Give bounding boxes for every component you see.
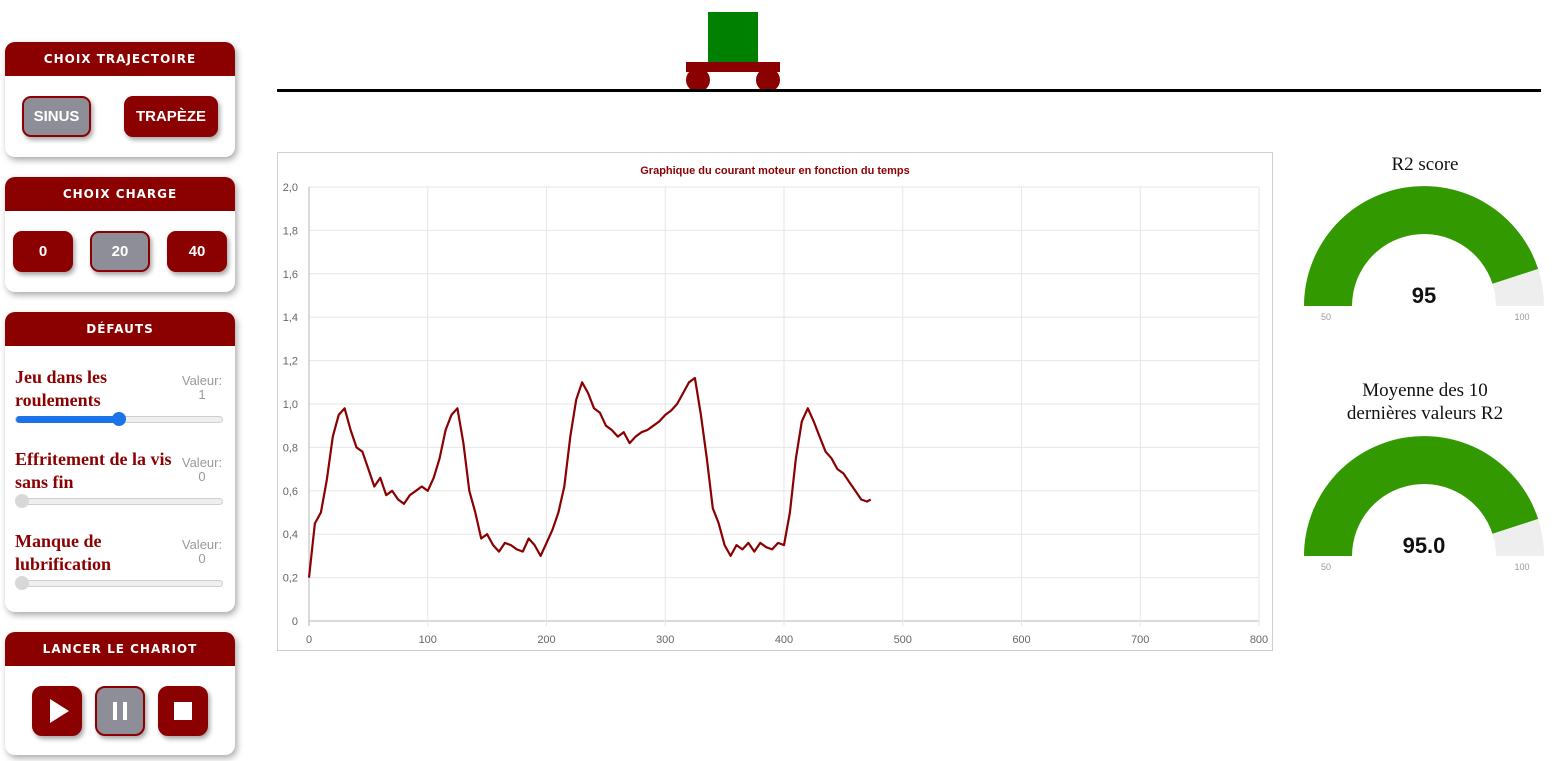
x-tick-label: 200 [537, 634, 555, 646]
y-tick-label: 0,2 [283, 573, 298, 585]
charge-panel-title: CHOIX CHARGE [5, 177, 235, 211]
gauge-r2-min: 50 [1321, 312, 1331, 322]
gauge-r2-max: 100 [1514, 312, 1529, 322]
cart [686, 12, 780, 92]
x-tick-label: 500 [894, 634, 912, 646]
defect-value-caption: Valeur: [181, 373, 223, 388]
defect-value-bearing-play: Valeur: 1 [177, 374, 227, 402]
launch-panel: LANCER LE CHARIOT [5, 632, 235, 755]
chart-grid [308, 186, 1260, 626]
gauge-avg-value: 95.0 [1403, 533, 1446, 558]
defect-value-worm-crumbling: Valeur: 0 [177, 456, 227, 484]
y-tick-label: 2,0 [283, 182, 298, 194]
gauge-r2: 95 50 100 [1304, 186, 1544, 322]
x-tick-label: 400 [775, 634, 793, 646]
pause-button[interactable] [95, 686, 145, 736]
x-tick-label: 600 [1012, 634, 1030, 646]
slider-thumb[interactable] [112, 412, 126, 426]
slider-thumb[interactable] [15, 494, 30, 508]
worm-crumbling-slider[interactable] [15, 494, 223, 508]
charge-0-button[interactable]: 0 [13, 231, 73, 272]
x-tick-label: 300 [656, 634, 674, 646]
defect-value-caption: Valeur: [181, 537, 223, 552]
play-button[interactable] [32, 686, 82, 736]
defect-value-lubrication: Valeur: 0 [177, 538, 227, 566]
gauge-r2-title: R2 score [1391, 154, 1459, 175]
y-tick-label: 1,2 [283, 356, 298, 368]
defects-panel: DÉFAUTS Jeu dans les roulements Valeur: … [5, 312, 235, 612]
bearing-play-slider[interactable] [15, 412, 223, 426]
chart-ticks: 0 0,2 0,4 0,6 0,8 1,0 1,2 1,4 1,6 1,8 2,0 0 100 200 30… [283, 182, 1268, 646]
gauge-avg-min: 50 [1321, 562, 1331, 572]
gauge-avg-max: 100 [1514, 562, 1529, 572]
defect-label-lubrication: Manque de lubrification [15, 531, 112, 574]
y-tick-label: 0,6 [283, 486, 298, 498]
track-line [277, 89, 1541, 92]
y-tick-label: 0,8 [283, 442, 298, 454]
x-tick-label: 800 [1250, 634, 1268, 646]
current-chart: Graphique du courant moteur en fonction … [277, 152, 1273, 651]
charge-40-button[interactable]: 40 [167, 231, 227, 272]
x-tick-label: 700 [1131, 634, 1149, 646]
launch-panel-title: LANCER LE CHARIOT [5, 632, 235, 666]
chart-svg: Graphique du courant moteur en fonction … [283, 165, 1268, 646]
defects-panel-title: DÉFAUTS [5, 312, 235, 346]
defect-label-worm-crumbling: Effritement de la vis sans fin [15, 449, 172, 492]
slider-fill [16, 416, 119, 423]
defect-value-number: 0 [198, 551, 206, 566]
gauge-avg: 95.0 50 100 [1304, 436, 1544, 572]
series-line-current [307, 376, 872, 578]
y-tick-label: 1,6 [283, 269, 298, 281]
y-tick-label: 0 [292, 616, 298, 628]
stop-icon [174, 702, 192, 720]
y-tick-label: 1,0 [283, 399, 298, 411]
trajectory-panel: CHOIX TRAJECTOIRE SINUS TRAPÈZE [5, 42, 235, 157]
x-tick-label: 100 [419, 634, 437, 646]
slider-thumb[interactable] [15, 576, 30, 590]
x-tick-label: 0 [306, 634, 312, 646]
stop-button[interactable] [158, 686, 208, 736]
y-tick-label: 1,4 [283, 312, 298, 324]
gauge-avg-title: Moyenne des 10 dernières valeurs R2 [1346, 380, 1504, 424]
chart-title: Graphique du courant moteur en fonction … [640, 165, 910, 177]
sinus-button[interactable]: SINUS [22, 96, 91, 137]
y-tick-label: 0,4 [283, 529, 298, 541]
defect-value-caption: Valeur: [181, 455, 223, 470]
trapeze-button[interactable]: TRAPÈZE [124, 96, 218, 137]
y-tick-label: 1,8 [283, 225, 298, 237]
lubrication-slider[interactable] [15, 576, 223, 590]
defect-value-number: 0 [198, 469, 206, 484]
charge-20-button[interactable]: 20 [90, 231, 150, 272]
trajectory-panel-title: CHOIX TRAJECTOIRE [5, 42, 235, 76]
defect-label-bearing-play: Jeu dans les roulements [15, 367, 108, 410]
pause-icon [113, 702, 127, 720]
defect-value-number: 1 [198, 387, 206, 402]
cart-load-box [708, 12, 758, 62]
play-icon [50, 699, 69, 723]
gauge-r2-value: 95 [1412, 283, 1436, 308]
charge-panel: CHOIX CHARGE 0 20 40 [5, 177, 235, 292]
